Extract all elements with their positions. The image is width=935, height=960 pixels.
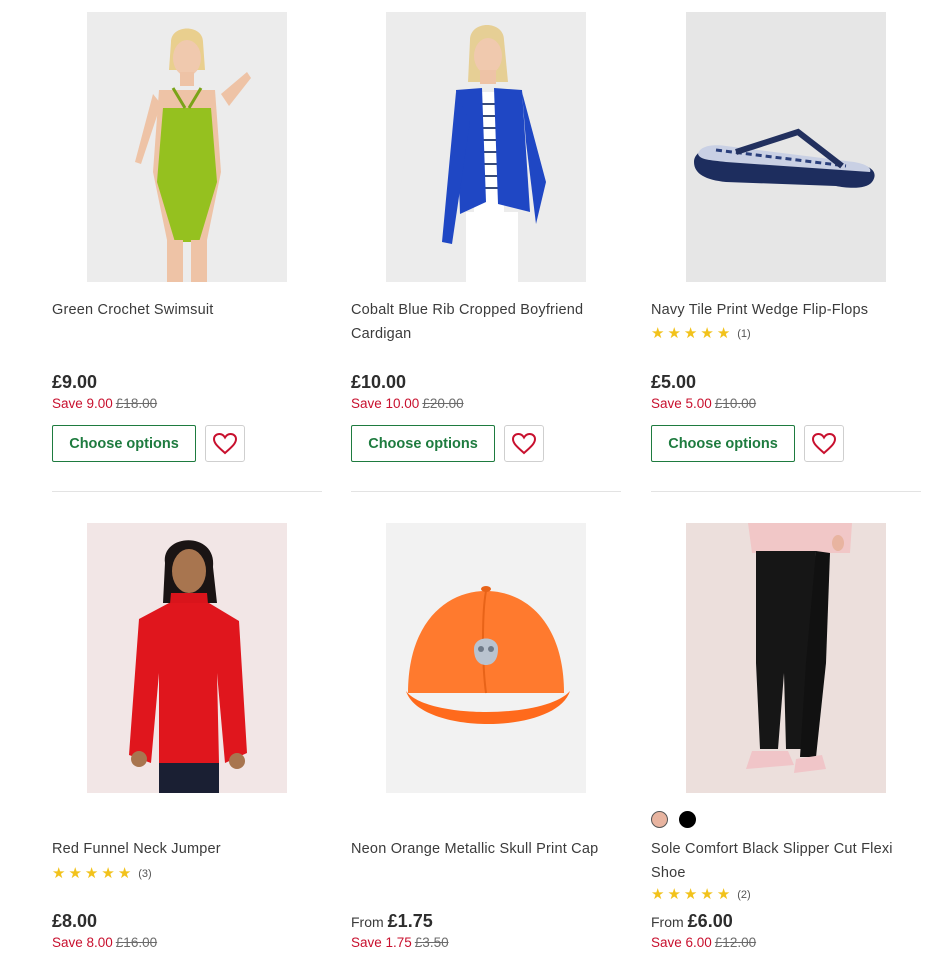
card-divider [351, 491, 621, 492]
star-icon: ★ [667, 325, 681, 342]
swatch-black[interactable] [679, 811, 696, 828]
star-icon: ★ [667, 886, 681, 903]
star-icon: ★ [683, 886, 698, 903]
choose-options-button[interactable]: Choose options [351, 425, 495, 462]
product-image-red-jumper[interactable] [87, 523, 287, 793]
product-title[interactable]: Neon Orange Metallic Skull Print Cap [351, 837, 619, 861]
heart-icon [213, 432, 237, 454]
product-title[interactable]: Sole Comfort Black Slipper Cut Flexi Sho… [651, 837, 919, 885]
rating-count: (1) [737, 328, 751, 340]
heart-icon [812, 432, 836, 454]
product-price: From £1.75 [351, 911, 433, 931]
product-card: Cobalt Blue Rib Cropped Boyfriend Cardig… [351, 12, 621, 492]
star-icon: ★ [117, 865, 132, 882]
product-saving: Save 10.00 £20.00 [351, 396, 464, 411]
star-icon: ★ [716, 325, 731, 342]
heart-icon [512, 432, 536, 454]
star-icon: ★ [651, 886, 665, 903]
product-price: £9.00 [52, 372, 98, 392]
card-divider [52, 491, 322, 492]
product-price: £10.00 [351, 372, 407, 392]
product-image-orange-cap[interactable] [386, 523, 586, 793]
star-icon: ★ [700, 325, 714, 342]
product-saving: Save 1.75 £3.50 [351, 935, 449, 950]
star-icon: ★ [683, 325, 698, 342]
product-card: Green Crochet Swimsuit £9.00 Save 9.00 £1… [52, 12, 322, 492]
color-swatches [651, 811, 696, 828]
star-icon: ★ [716, 886, 731, 903]
card-divider [651, 491, 921, 492]
product-title[interactable]: Red Funnel Neck Jumper [52, 837, 320, 861]
product-saving: Save 5.00 £10.00 [651, 396, 757, 411]
product-price: £8.00 [52, 911, 98, 931]
product-card: Neon Orange Metallic Skull Print Cap Fro… [351, 523, 621, 960]
star-icon: ★ [52, 865, 66, 882]
rating-stars: ★ ★ ★ ★ ★ (3) [52, 866, 152, 882]
product-image-cardigan[interactable] [386, 12, 586, 282]
product-saving: Save 8.00 £16.00 [52, 935, 158, 950]
star-icon: ★ [651, 325, 665, 342]
star-icon: ★ [101, 865, 115, 882]
product-card: Navy Tile Print Wedge Flip-Flops ★ ★ ★ ★… [651, 12, 921, 492]
product-image-flip-flops[interactable] [686, 12, 886, 282]
product-title[interactable]: Cobalt Blue Rib Cropped Boyfriend Cardig… [351, 298, 619, 346]
rating-stars: ★ ★ ★ ★ ★ (1) [651, 326, 751, 342]
wishlist-button[interactable] [205, 425, 245, 462]
product-image-slipper-shoe[interactable] [686, 523, 886, 793]
product-price: £5.00 [651, 372, 697, 392]
product-card: Sole Comfort Black Slipper Cut Flexi Sho… [651, 523, 921, 960]
swatch-nude[interactable] [651, 811, 668, 828]
star-icon: ★ [84, 865, 99, 882]
wishlist-button[interactable] [804, 425, 844, 462]
star-icon: ★ [68, 865, 82, 882]
product-price: From £6.00 [651, 911, 733, 931]
star-icon: ★ [700, 886, 714, 903]
product-saving: Save 9.00 £18.00 [52, 396, 158, 411]
rating-count: (3) [138, 868, 152, 880]
rating-count: (2) [737, 889, 751, 901]
product-title[interactable]: Green Crochet Swimsuit [52, 298, 320, 322]
wishlist-button[interactable] [504, 425, 544, 462]
product-image-swimsuit[interactable] [87, 12, 287, 282]
choose-options-button[interactable]: Choose options [651, 425, 795, 462]
rating-stars: ★ ★ ★ ★ ★ (2) [651, 887, 751, 903]
product-title[interactable]: Navy Tile Print Wedge Flip-Flops [651, 298, 919, 322]
choose-options-button[interactable]: Choose options [52, 425, 196, 462]
product-card: Red Funnel Neck Jumper ★ ★ ★ ★ ★ (3) £8.… [52, 523, 322, 960]
product-saving: Save 6.00 £12.00 [651, 935, 757, 950]
